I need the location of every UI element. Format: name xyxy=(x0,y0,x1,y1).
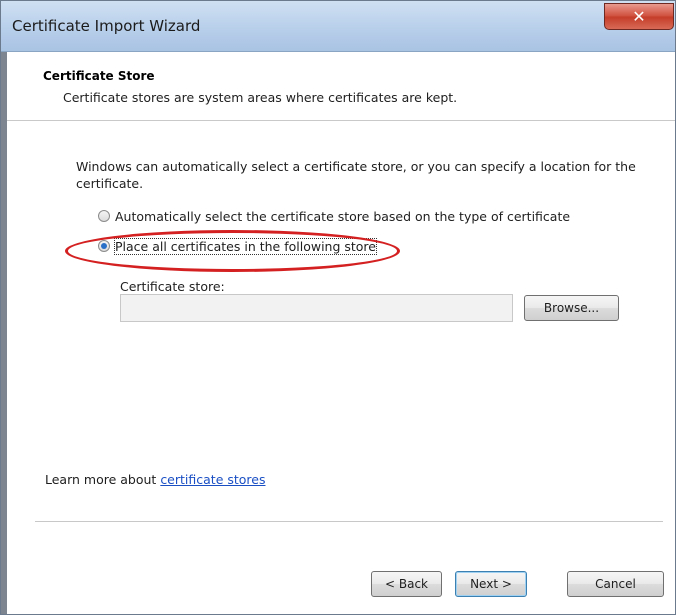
close-icon: ✕ xyxy=(632,7,646,26)
wizard-header xyxy=(7,52,675,121)
learn-more-prefix: Learn more about xyxy=(45,472,161,487)
radio-button-place-all[interactable] xyxy=(98,240,110,252)
radio-place-all[interactable]: Place all certificates in the following … xyxy=(98,237,377,255)
footer-divider xyxy=(35,521,663,522)
radio-place-all-label[interactable]: Place all certificates in the following … xyxy=(114,237,377,255)
cancel-button[interactable]: Cancel xyxy=(567,571,664,597)
window-title: Certificate Import Wizard xyxy=(12,17,201,35)
section-description: Certificate stores are system areas wher… xyxy=(63,90,458,105)
title-bar: Certificate Import Wizard ✕ xyxy=(1,1,675,52)
certificate-stores-link[interactable]: certificate stores xyxy=(160,472,265,487)
window-left-edge xyxy=(1,52,7,614)
intro-text: Windows can automatically select a certi… xyxy=(76,159,636,191)
next-button[interactable]: Next > xyxy=(455,571,527,597)
section-title: Certificate Store xyxy=(43,69,155,83)
back-button[interactable]: < Back xyxy=(371,571,442,597)
radio-auto-label[interactable]: Automatically select the certificate sto… xyxy=(115,209,570,224)
certificate-store-field[interactable] xyxy=(120,294,513,322)
close-button[interactable]: ✕ xyxy=(604,3,674,30)
radio-button-auto[interactable] xyxy=(98,210,110,222)
certificate-store-label: Certificate store: xyxy=(120,279,225,294)
learn-more-text: Learn more about certificate stores xyxy=(45,472,266,487)
browse-button[interactable]: Browse... xyxy=(524,295,619,321)
radio-auto-select[interactable]: Automatically select the certificate sto… xyxy=(98,207,570,225)
certificate-import-wizard-window: Certificate Import Wizard ✕ Certificate … xyxy=(0,0,676,615)
